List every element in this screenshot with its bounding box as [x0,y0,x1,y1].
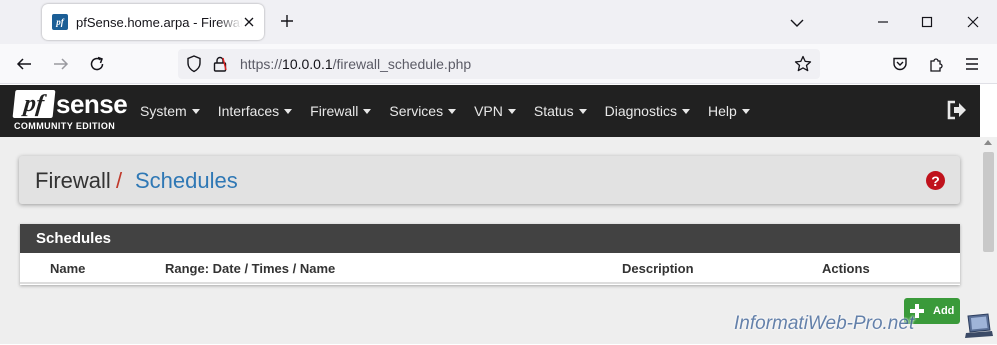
lock-icon[interactable] [212,55,228,78]
caret-down-icon [681,108,690,114]
url-prefix: https:// [240,56,283,72]
extensions-icon[interactable] [926,54,946,74]
reload-icon[interactable] [87,54,107,74]
schedules-panel: Schedules Name Range: Date / Times / Nam… [20,224,960,285]
menu-label: Interfaces [217,103,280,119]
help-icon[interactable]: ? [926,171,945,190]
logo-pf-mark: pf [12,90,56,118]
caret-down-icon [284,108,293,114]
browser-tab-active[interactable]: pf pfSense.home.arpa - Firewall: Schedul… [42,4,264,40]
logout-icon[interactable] [946,100,968,120]
hamburger-menu-icon[interactable] [962,54,982,74]
table-header-divider [20,282,960,284]
menu-help[interactable]: Help [708,103,750,119]
window-maximize-icon[interactable] [917,12,937,32]
url-path: /firewall_schedule.php [332,56,472,72]
main-menu: System Interfaces Firewall Services VPN … [140,85,768,137]
tab-close-icon[interactable] [240,13,258,31]
breadcrumb-separator: / [116,168,123,193]
browser-tab-strip: pf pfSense.home.arpa - Firewall: Schedul… [0,0,997,44]
back-arrow-icon[interactable] [14,54,34,74]
menu-label: System [140,103,187,119]
add-button-label: Add [933,305,955,317]
pfsense-top-navbar: pf sense COMMUNITY EDITION System Interf… [0,85,980,137]
column-header-name: Name [50,261,86,276]
tracking-protection-icon[interactable] [186,55,202,78]
laptop-icon [962,312,994,340]
window-close-icon[interactable] [963,12,983,32]
menu-label: Services [389,103,444,119]
menu-interfaces[interactable]: Interfaces [217,103,293,119]
caret-down-icon [448,108,457,114]
column-header-actions: Actions [822,261,870,276]
caret-down-icon [578,108,587,114]
panel-heading: Schedules [20,224,960,253]
watermark-text: InformatiWeb-Pro.net [734,313,915,334]
menu-firewall[interactable]: Firewall [310,103,372,119]
scroll-up-arrow-icon[interactable] [984,140,992,145]
caret-down-icon [363,108,372,114]
caret-down-icon [191,108,200,114]
caret-down-icon [741,108,750,114]
new-tab-button[interactable] [276,10,298,32]
menu-label: Firewall [310,103,359,119]
menu-system[interactable]: System [140,103,200,119]
breadcrumb-firewall: Firewall [35,168,111,193]
forward-arrow-icon[interactable] [51,54,71,74]
menu-label: Help [707,103,737,119]
menu-label: Status [533,103,574,119]
logo-edition-text: COMMUNITY EDITION [14,121,116,131]
logo-sense-text: sense [56,89,128,119]
pocket-icon[interactable] [890,54,910,74]
menu-label: Diagnostics [604,103,677,119]
menu-diagnostics[interactable]: Diagnostics [605,103,690,119]
url-host: 10.0.0.1 [282,56,333,72]
url-text[interactable]: https://10.0.0.1/firewall_schedule.php [240,56,471,72]
tab-title: pfSense.home.arpa - Firewall: Schedules [76,14,242,30]
browser-navigation-bar: https://10.0.0.1/firewall_schedule.php [0,44,997,84]
menu-vpn[interactable]: VPN [474,103,516,119]
panel-title: Schedules [36,230,112,247]
breadcrumb: Firewall / Schedules ? [19,156,960,204]
url-bar[interactable]: https://10.0.0.1/firewall_schedule.php [178,49,820,79]
breadcrumb-schedules-link[interactable]: Schedules [135,168,238,194]
column-header-description: Description [622,261,694,276]
bookmark-star-icon[interactable] [794,55,812,78]
pfsense-favicon-icon: pf [52,14,68,30]
column-header-range: Range: Date / Times / Name [165,261,336,276]
list-all-tabs-chevron-icon[interactable] [786,12,808,34]
scrollbar-thumb[interactable] [983,152,994,252]
pfsense-logo[interactable]: pf sense COMMUNITY EDITION [12,89,128,134]
menu-status[interactable]: Status [534,103,587,119]
menu-label: VPN [474,103,503,119]
menu-services[interactable]: Services [389,103,457,119]
window-minimize-icon[interactable] [873,12,893,32]
caret-down-icon [507,108,516,114]
